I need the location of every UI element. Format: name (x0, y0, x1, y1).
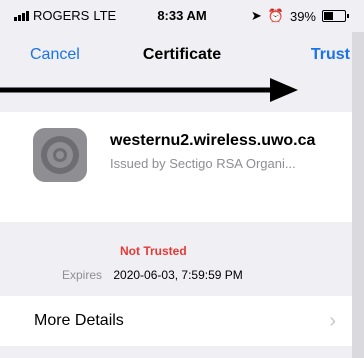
page-title: Certificate (142, 46, 222, 63)
screen: ROGERS LTE 8:33 AM ➤ ⏰ 39% Cancel Certif… (0, 0, 364, 358)
certificate-hostname: westernu2.wireless.uwo.ca (110, 132, 316, 149)
more-details-row[interactable]: More Details › (0, 296, 352, 346)
status-bar: ROGERS LTE 8:33 AM ➤ ⏰ 39% (0, 0, 364, 32)
location-icon: ➤ (250, 8, 262, 23)
alarm-icon: ⏰ (267, 8, 284, 23)
certificate-card: westernu2.wireless.uwo.ca Issued by Sect… (0, 112, 352, 222)
settings-gear-icon (33, 128, 87, 182)
status-right: ➤ ⏰ 39% (250, 8, 349, 24)
trust-button[interactable]: Trust (311, 46, 350, 64)
battery-percent: 39% (289, 8, 316, 24)
expires-value: 2020-06-03, 7:59:59 PM (113, 268, 243, 282)
arrow-annotation (0, 78, 298, 102)
expires-label: Expires (62, 268, 103, 282)
navigation-bar: Cancel Certificate Trust (0, 34, 364, 78)
chevron-right-icon: › (329, 310, 336, 332)
certificate-issuer: Issued by Sectigo RSA Organi... (110, 156, 296, 171)
trust-status: Not Trusted (120, 244, 187, 258)
battery-fill (324, 12, 333, 20)
more-details-label: More Details (34, 312, 124, 329)
battery-icon (322, 10, 349, 22)
expires-row: Expires 2020-06-03, 7:59:59 PM (62, 268, 243, 282)
